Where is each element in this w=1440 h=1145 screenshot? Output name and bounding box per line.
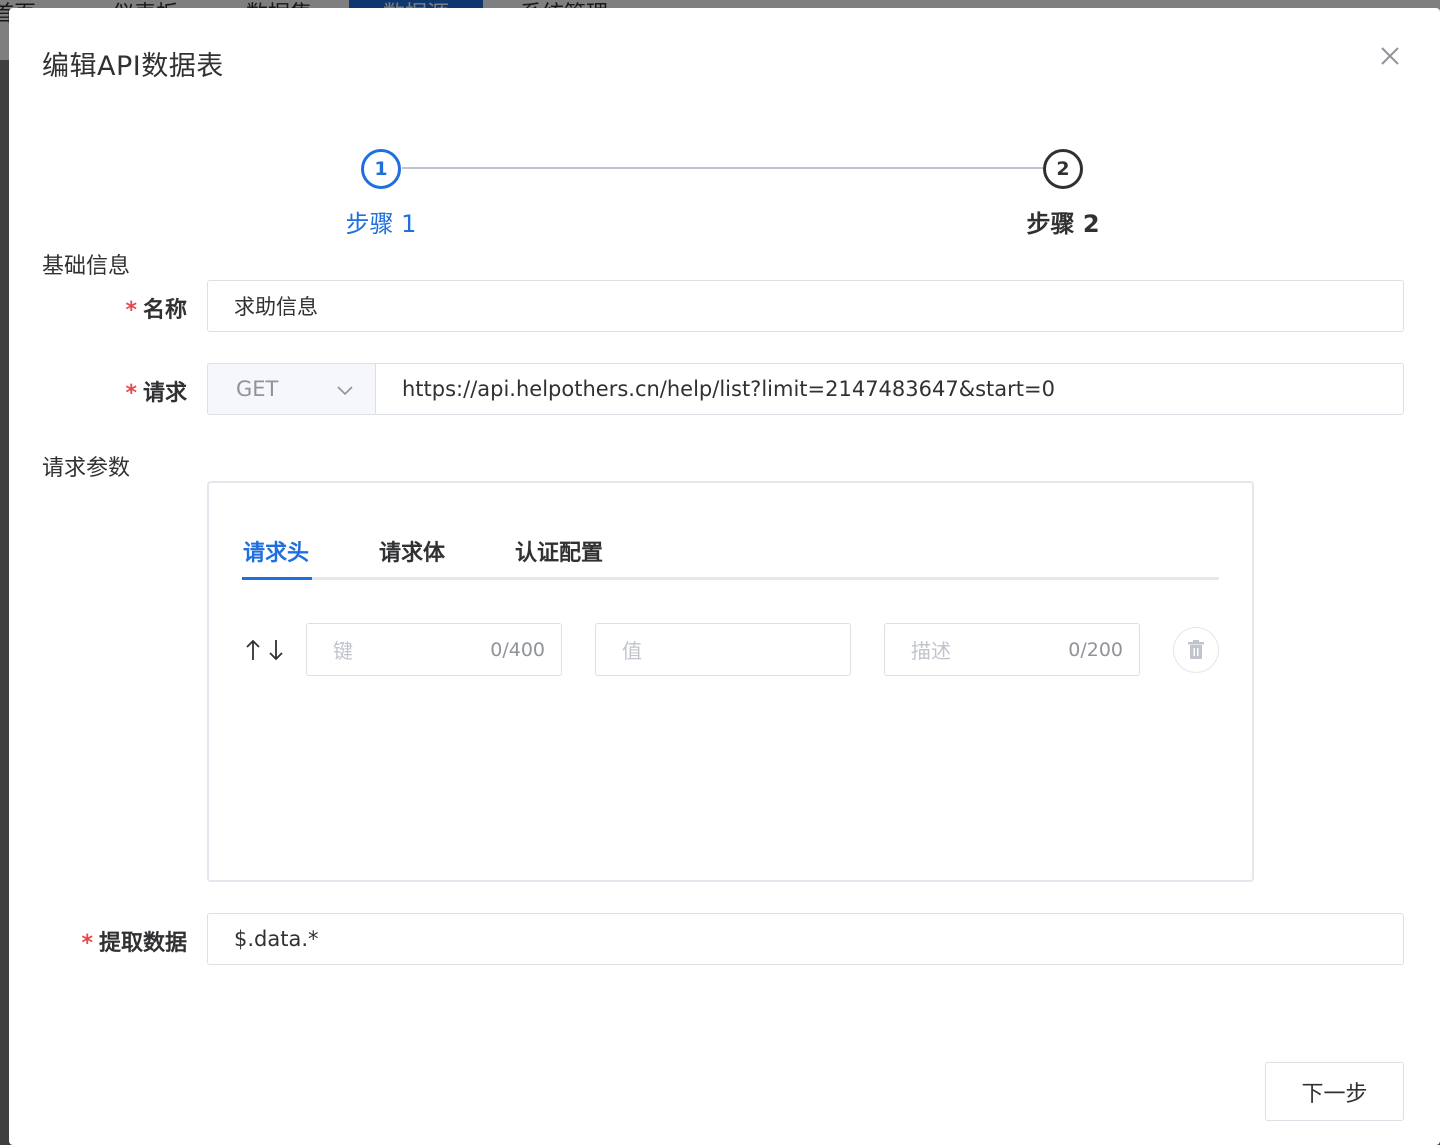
trash-icon [1188, 640, 1204, 659]
required-mark: * [125, 298, 137, 323]
request-label: * 请求 [125, 381, 187, 406]
description-char-count: 0/200 [1068, 638, 1123, 661]
key-char-count: 0/400 [490, 638, 545, 661]
step-1-icon: 1 [361, 149, 401, 189]
value-placeholder: 值 [622, 639, 642, 663]
url-input[interactable]: https://api.helpothers.cn/help/list?limi… [375, 363, 1404, 415]
steps-connector [402, 167, 1044, 169]
section-request-params: 请求参数 [42, 456, 131, 481]
method-value: GET [236, 377, 279, 401]
header-description-input[interactable]: 描述 0/200 [884, 623, 1140, 676]
required-mark: * [81, 931, 93, 956]
header-key-input[interactable]: 键 0/400 [306, 623, 562, 676]
tab-headers[interactable]: 请求头 [243, 535, 309, 567]
key-placeholder: 键 [333, 639, 353, 663]
chevron-down-icon [337, 386, 353, 396]
next-step-button[interactable]: 下一步 [1265, 1062, 1404, 1121]
header-value-input[interactable]: 值 [595, 623, 851, 676]
sort-arrows-icon[interactable] [244, 638, 286, 662]
step-2-title: 步骤 2 [1026, 210, 1100, 238]
tabs-divider [242, 577, 1219, 580]
url-value: https://api.helpothers.cn/help/list?limi… [402, 377, 1055, 401]
section-basic-info: 基础信息 [42, 254, 131, 279]
required-mark: * [125, 381, 137, 406]
tab-auth[interactable]: 认证配置 [515, 535, 603, 567]
delete-row-button[interactable] [1173, 627, 1219, 673]
description-placeholder: 描述 [911, 639, 951, 663]
extract-data-input[interactable]: $.data.* [207, 913, 1404, 965]
step-1-title: 步骤 1 [345, 210, 417, 238]
edit-api-dialog: 编辑API数据表 1 2 步骤 1 步骤 2 基础信息 * 名称 求助信息 * 请求… [9, 8, 1440, 1145]
dialog-title: 编辑API数据表 [42, 51, 224, 82]
name-input[interactable]: 求助信息 [207, 280, 1404, 332]
name-label: * 名称 [125, 298, 187, 323]
extract-label: * 提取数据 [81, 931, 187, 956]
method-select[interactable]: GET [207, 363, 375, 415]
step-2-icon: 2 [1043, 149, 1083, 189]
name-value: 求助信息 [234, 295, 318, 319]
params-panel: 请求头 请求体 认证配置 键 0/400 值 描述 0/200 [207, 481, 1254, 882]
extract-value: $.data.* [234, 927, 319, 951]
tab-active-indicator [242, 577, 312, 580]
tab-body[interactable]: 请求体 [379, 535, 445, 567]
close-icon[interactable] [1378, 44, 1402, 68]
